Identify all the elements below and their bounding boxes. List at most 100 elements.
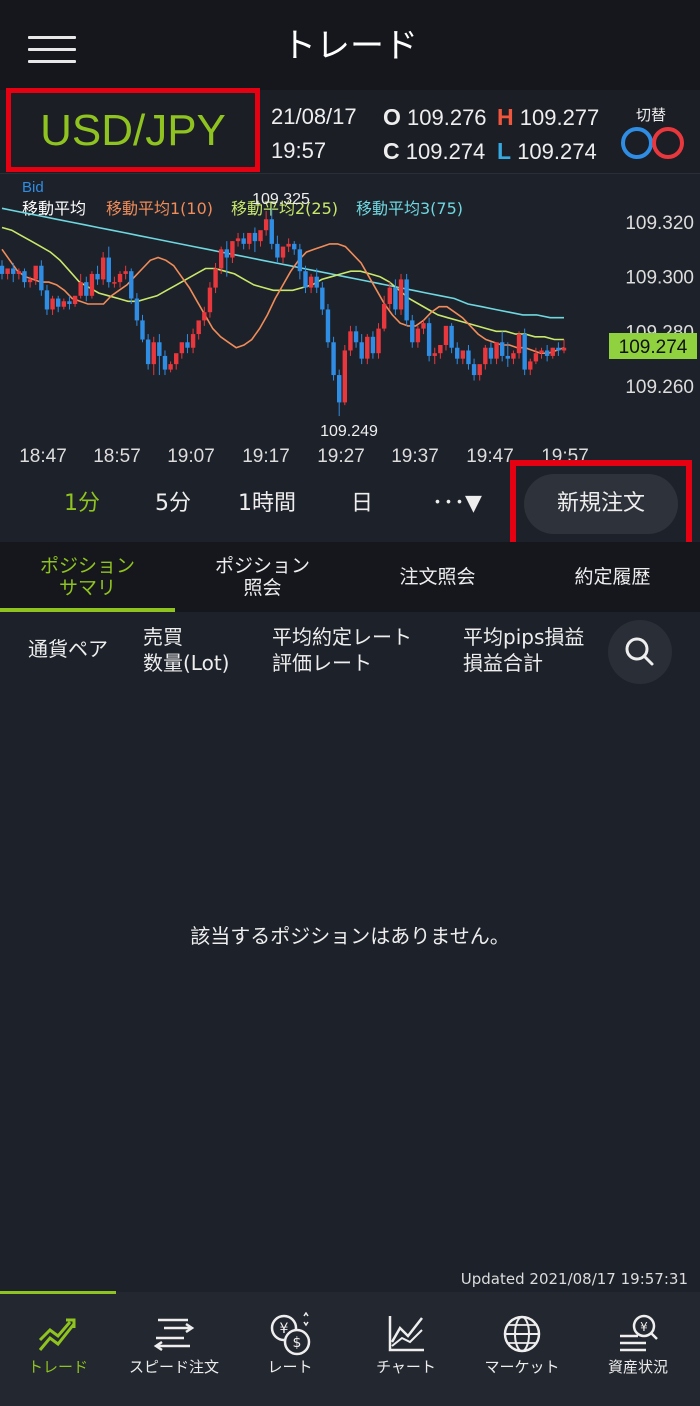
timeframe-1min[interactable]: 1分 [64,466,100,542]
low-value: 109.274 [517,139,597,164]
timeframe-1hour[interactable]: 1時間 [238,466,296,542]
nav-label: トレード [27,1358,88,1376]
quote-date: 21/08/17 [271,104,357,129]
nav-label: 資産状況 [607,1358,668,1376]
candle-body [202,312,207,321]
candle-body [438,345,443,354]
close-quote: C 109.274 [383,138,485,165]
candle-body [410,320,415,343]
column-total-pl: 損益合計 [463,651,543,675]
candle-body [314,276,319,288]
nav-item-trade[interactable]: トレード [0,1292,116,1406]
timeframe-day[interactable]: 日 [351,466,373,542]
column-avg-rate: 平均約定レート [272,625,412,649]
candle-body [426,323,432,356]
candle-body [22,271,27,283]
candle-body [168,364,173,370]
candle-body [112,282,117,284]
candle-body [483,347,488,365]
timeframe-more-dropdown[interactable]: ･･･▼ [432,466,482,542]
candle-body [477,364,482,376]
candle-body [550,347,555,356]
candles [0,208,567,417]
candle-body [370,336,376,354]
highlight-box-currency-pair [6,88,260,172]
speed-order-icon [153,1318,195,1352]
column-avg-pips: 平均pips損益 [463,625,585,649]
candle-body [292,243,297,250]
nav-item-chart[interactable]: チャート [348,1292,464,1406]
switch-label[interactable]: 切替 [636,104,666,125]
column-eval-rate: 評価レート [272,651,372,675]
search-button[interactable] [608,620,672,684]
nav-label: スピード注文 [128,1358,219,1376]
candle-body [89,273,95,296]
candle-body [84,282,89,296]
candle-body [286,243,291,247]
tab-position-summary[interactable]: ポジション サマリ [0,542,175,612]
x-tick-label: 19:37 [391,446,439,466]
open-value: 109.276 [407,105,487,130]
candle-body [241,238,246,244]
open-quote: O 109.276 [383,104,487,131]
search-icon [625,637,654,666]
column-currency-pair[interactable]: 通貨ペア [28,636,108,662]
candle-body [505,355,510,359]
candle-body [415,328,421,343]
candle-body [247,232,252,244]
candle-body [488,347,494,359]
candle-body [528,361,533,370]
switch-rings-icon[interactable] [618,126,688,160]
candle-body [174,353,179,365]
candle-body [95,273,100,280]
high-quote: H 109.277 [497,104,599,131]
nav-item-rate[interactable]: ¥ $ レート [232,1292,348,1406]
y-axis: 109.320109.300109.280109.260 [625,213,694,398]
timeframe-5min[interactable]: 5分 [155,466,191,542]
candle-body [162,355,168,370]
candlestick-chart[interactable]: Bid 移動平均 移動平均1(10) 移動平均2(25) 移動平均3(75) 109.… [0,176,700,466]
candle-body [129,271,134,299]
nav-label: チャート [376,1358,436,1376]
nav-item-market[interactable]: マーケット [464,1292,580,1406]
candle-body [263,219,269,231]
candle-body [275,243,280,258]
candle-body [449,325,454,348]
x-tick-label: 19:47 [466,446,514,466]
candle-body [252,232,258,242]
column-profit-loss[interactable]: 平均pips損益 損益合計 [463,624,584,676]
close-label: C [383,138,400,164]
low-quote: L 109.274 [497,138,597,165]
chart-icon [388,1316,424,1352]
candle-body [5,268,10,274]
candle-body [494,342,499,359]
candle-body [72,295,78,304]
tab-order-inquiry[interactable]: 注文照会 [350,542,525,612]
candle-body [359,342,364,359]
candle-body [100,257,106,280]
empty-positions-message: 該当するポジションはありません。 [190,924,510,948]
column-rates[interactable]: 平均約定レート 評価レート [272,624,412,676]
nav-item-speed-order[interactable]: スピード注文 [116,1292,232,1406]
column-side-quantity[interactable]: 売買 数量(Lot) [143,624,229,676]
candle-body [421,323,426,329]
nav-label: マーケット [484,1358,560,1376]
candle-body [33,265,38,280]
price-type-label: Bid [22,179,44,196]
low-label: L [497,138,512,164]
candle-body [516,334,522,354]
candle-body [56,298,61,307]
tab-label-line1: ポジション [39,555,135,577]
nav-item-assets[interactable]: ¥ 資産状況 [580,1292,696,1406]
candle-body [145,339,151,365]
candle-body [179,342,185,354]
candle-body [213,268,218,288]
tab-position-inquiry[interactable]: ポジション 照会 [175,542,350,612]
candle-body [61,301,67,307]
candle-body [376,328,381,354]
candle-body [308,276,314,288]
highlight-box-new-order [510,460,692,548]
tab-execution-history[interactable]: 約定履歴 [525,542,700,612]
column-quantity: 数量(Lot) [143,651,230,675]
high-label: H [497,104,514,130]
